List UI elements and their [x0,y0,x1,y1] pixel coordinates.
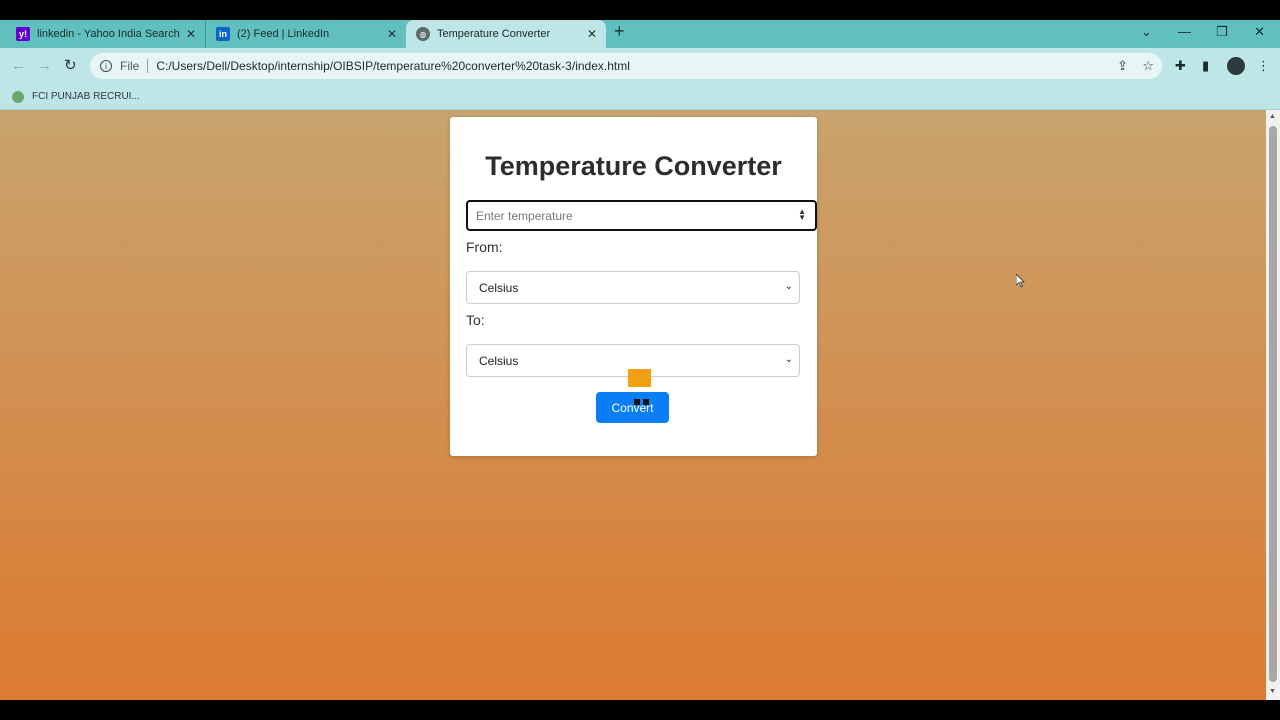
from-selected-value: Celsius [479,280,519,295]
tab-strip: y! linkedin - Yahoo India Search Re ✕ in… [0,20,1280,48]
screen: y! linkedin - Yahoo India Search Re ✕ in… [0,0,1280,720]
tab-title: Temperature Converter [437,28,551,40]
chevron-down-icon: ⌄ [784,281,793,292]
window-close-icon[interactable]: ✕ [1254,24,1265,40]
tab-title: linkedin - Yahoo India Search Re [37,28,183,40]
convert-button[interactable]: Convert [596,392,669,423]
to-label: To: [466,312,485,328]
tab-temperature-converter[interactable]: ◍ Temperature Converter ✕ [406,20,606,48]
share-icon[interactable]: ⇪ [1117,58,1128,74]
side-panel-icon[interactable]: ▮ [1202,58,1209,74]
mouse-pointer-icon [1016,274,1025,288]
bookmark-favicon-icon [12,90,24,103]
info-icon[interactable]: i [100,60,112,72]
url-scheme: File [120,59,140,73]
scroll-up-arrow-icon[interactable]: ▲ [1269,113,1276,120]
input-placeholder: Enter temperature [476,208,573,223]
scroll-down-arrow-icon[interactable]: ▼ [1269,688,1276,695]
drag-indicator-square [628,369,651,387]
linkedin-icon: in [216,27,230,41]
close-icon[interactable]: ✕ [384,27,400,41]
profile-avatar-icon[interactable] [1227,57,1245,75]
close-icon[interactable]: ✕ [584,27,600,41]
address-bar[interactable]: i File C:/Users/Dell/Desktop/internship/… [90,53,1162,79]
url-text: C:/Users/Dell/Desktop/internship/OIBSIP/… [156,59,630,73]
scroll-thumb[interactable] [1269,126,1277,682]
globe-icon: ◍ [416,27,430,41]
reload-icon[interactable]: ↻ [64,57,77,75]
from-label: From: [466,239,503,255]
tab-linkedin[interactable]: in (2) Feed | LinkedIn ✕ [206,20,406,48]
restore-icon[interactable]: ❐ [1216,24,1228,40]
bookmarks-bar: FCI PUNJAB RECRUI... [0,84,1280,110]
bookmark-item[interactable]: FCI PUNJAB RECRUI... [32,91,140,102]
converter-card: Temperature Converter Enter temperature … [450,117,817,456]
to-selected-value: Celsius [479,353,519,368]
bottom-black-bar [0,700,1280,720]
browser-toolbar: ← → ↻ i File C:/Users/Dell/Desktop/inter… [0,48,1280,84]
tab-yahoo[interactable]: y! linkedin - Yahoo India Search Re ✕ [0,20,206,48]
chevron-down-icon: ⌄ [784,354,793,365]
tab-search-chevron-icon[interactable]: ⌄ [1141,24,1152,40]
close-icon[interactable]: ✕ [183,27,199,41]
from-unit-select[interactable]: Celsius ⌄ [466,271,800,304]
yahoo-icon: y! [16,27,30,41]
divider [147,59,149,73]
bookmark-star-icon[interactable]: ☆ [1142,58,1154,74]
page-title: Temperature Converter [485,151,782,181]
temperature-input[interactable]: Enter temperature ▲ ▼ [466,200,817,231]
new-tab-button[interactable]: + [614,22,625,40]
number-spinner-icon[interactable]: ▲ ▼ [798,208,806,222]
extensions-puzzle-icon[interactable]: ✚ [1175,58,1186,74]
menu-kebab-icon[interactable]: ⋮ [1257,58,1270,74]
back-arrow-icon[interactable]: ← [11,57,26,75]
top-black-bar [0,0,1280,20]
cursor-marker-icon [634,399,651,405]
tab-title: (2) Feed | LinkedIn [237,28,330,40]
minimize-icon[interactable]: — [1178,24,1191,39]
page-scrollbar[interactable]: ▲ ▼ [1266,110,1280,700]
forward-arrow-icon[interactable]: → [37,57,52,75]
